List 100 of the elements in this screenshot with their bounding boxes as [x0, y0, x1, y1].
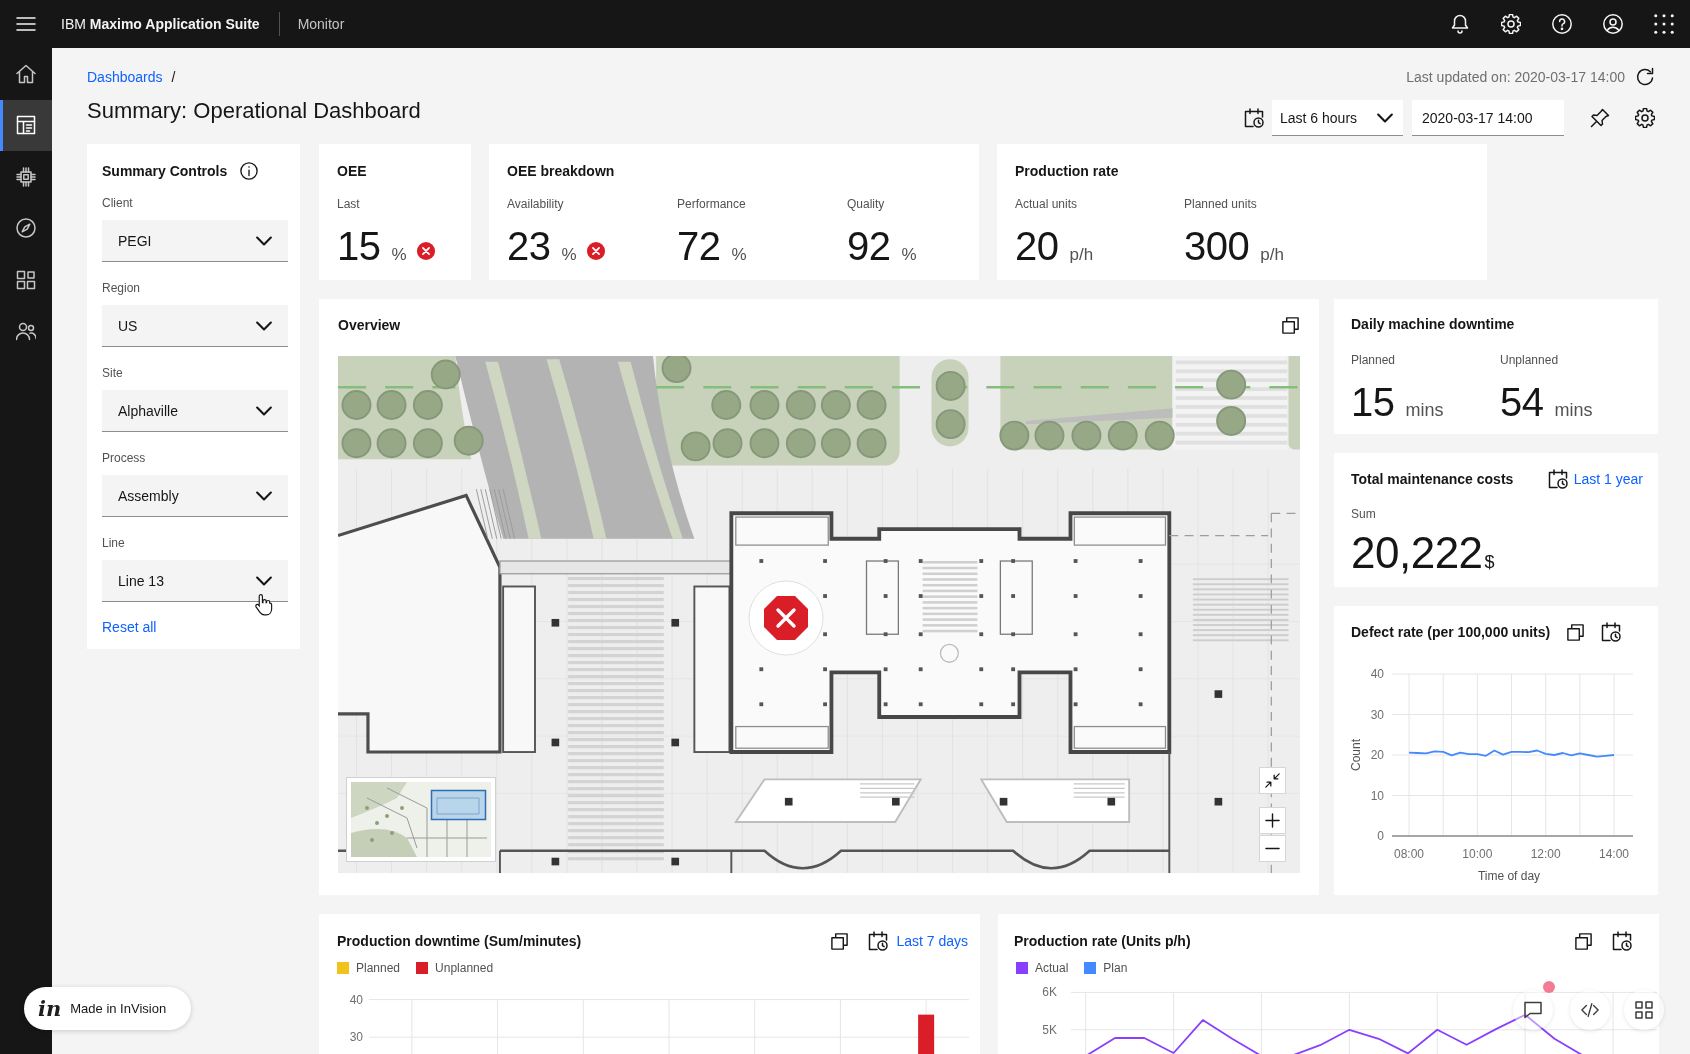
legend-label: Unplanned [435, 961, 494, 975]
axis-tick-label: 40 [1370, 667, 1384, 681]
user-icon[interactable] [1603, 14, 1623, 34]
card-title: Daily machine downtime [1351, 315, 1516, 333]
calendar-clock-icon[interactable] [1601, 622, 1622, 642]
help-icon[interactable] [1552, 14, 1572, 34]
axis-tick-label: 20 [1370, 748, 1384, 762]
copy-icon[interactable] [1281, 315, 1300, 335]
card-title: Total maintenance costs [1351, 470, 1514, 488]
page-title: Summary: Operational Dashboard [87, 98, 421, 124]
metric-unit: p/h [1069, 245, 1094, 265]
metric-value: 15 [1351, 380, 1395, 424]
metric-unit: % [901, 245, 917, 265]
legend-label: Planned [356, 961, 401, 975]
filter-dropdown[interactable]: Alphaville [102, 390, 288, 432]
metric-label: Unplanned [1500, 352, 1559, 368]
calendar-clock-icon[interactable] [1244, 108, 1264, 128]
comment-button[interactable] [1513, 990, 1553, 1030]
metric-value: 20,222 [1351, 529, 1483, 577]
dashboard-icon [16, 115, 36, 136]
axis-tick-label: 30 [1370, 707, 1384, 722]
card-title: OEE [337, 162, 368, 180]
invision-badge[interactable]: in Made in InVision [24, 987, 191, 1030]
metric-label: Quality [847, 196, 885, 212]
metric-unit: % [561, 245, 577, 265]
metric-value: 92 [847, 224, 891, 268]
comment-icon [1524, 1001, 1542, 1019]
error-marker-icon[interactable] [748, 580, 824, 656]
filter-dropdown[interactable]: PEGI [102, 220, 288, 262]
card-title: Production rate (Units p/h) [1014, 932, 1191, 950]
refresh-icon[interactable] [1635, 67, 1655, 87]
code-icon [1581, 1001, 1599, 1019]
time-range-dropdown[interactable]: Last 6 hours [1272, 100, 1403, 136]
metric-unit: mins [1405, 400, 1444, 421]
metric-value: 23 [507, 224, 551, 268]
product-name: IBM Maximo Application Suite [61, 12, 280, 36]
axis-tick-label: 10:00 [1462, 847, 1493, 861]
metric-value: 54 [1500, 380, 1544, 424]
nav-item[interactable] [0, 99, 52, 151]
card-title: Defect rate (per 100,000 units) [1351, 623, 1551, 641]
metric-label: Availability [507, 196, 564, 212]
metric-label: Planned units [1184, 196, 1257, 212]
filter-dropdown[interactable]: Line 13 [102, 560, 288, 602]
metric-label: Planned [1351, 352, 1396, 368]
metric-value: 300 [1184, 224, 1250, 268]
grid-view-button[interactable] [1624, 990, 1664, 1030]
breadcrumb-link[interactable]: Dashboards [87, 68, 163, 86]
metric-label: Last [337, 196, 360, 212]
plus-icon [1265, 813, 1280, 828]
home-icon [16, 63, 36, 84]
metric-label: Actual units [1015, 196, 1078, 212]
metric-unit: % [731, 245, 747, 265]
time-range-link[interactable]: Last 1 year [1573, 470, 1643, 488]
compass-icon [16, 218, 36, 239]
axis-tick-label: 0 [1377, 829, 1384, 843]
field-label: Process [102, 450, 146, 466]
grid-icon [1635, 1001, 1653, 1019]
metric-value: 72 [677, 224, 721, 268]
zoom-in-button[interactable] [1259, 807, 1286, 834]
axis-tick-label: 08:00 [1394, 847, 1424, 861]
reset-link[interactable]: Reset all [102, 618, 157, 636]
bell-icon[interactable] [1450, 14, 1470, 34]
metric-label: Sum [1351, 506, 1376, 522]
metric-unit: % [391, 245, 407, 265]
metric-unit: p/h [1260, 245, 1284, 265]
copy-icon[interactable] [1566, 622, 1586, 642]
time-range-link[interactable]: Last 7 days [896, 932, 968, 950]
metric-value: 15 [337, 224, 381, 268]
pin-icon[interactable] [1590, 108, 1610, 128]
calendar-clock-icon[interactable] [1612, 931, 1632, 951]
field-label: Line [102, 535, 125, 551]
copy-icon[interactable] [830, 931, 850, 951]
axis-tick-label: 5K [1042, 1022, 1057, 1037]
code-button[interactable] [1570, 990, 1610, 1030]
axis-title: Count [1349, 739, 1363, 771]
settings-icon[interactable] [1635, 108, 1655, 128]
card-title: Overview [338, 316, 401, 334]
arrows-inward-icon [1265, 773, 1280, 788]
exit-fullscreen-button[interactable] [1259, 767, 1286, 794]
calendar-clock-icon[interactable] [1547, 469, 1568, 489]
card-title: OEE breakdown [507, 162, 616, 180]
field-label: Client [102, 195, 133, 211]
card-title: Production rate [1015, 162, 1120, 180]
info-icon[interactable] [240, 162, 259, 180]
axis-tick-label: 30 [349, 1030, 363, 1045]
card-title: Production downtime (Sum/minutes) [337, 932, 582, 950]
grid-icon[interactable] [1654, 14, 1674, 34]
date-field[interactable]: 2020-03-17 14:00 [1412, 100, 1564, 136]
axis-tick-label: 40 [349, 992, 363, 1007]
menu-icon[interactable] [16, 14, 36, 34]
panel-title: Summary Controls [102, 162, 228, 180]
users-icon [16, 321, 36, 342]
legend-label: Plan [1103, 961, 1128, 975]
calendar-clock-icon[interactable] [868, 931, 889, 951]
axis-tick-label: 6K [1042, 985, 1057, 1000]
filter-dropdown[interactable]: Assembly [102, 475, 288, 517]
bar [918, 1014, 935, 1054]
metric-label: Performance [677, 196, 746, 212]
filter-dropdown[interactable]: US [102, 305, 288, 347]
copy-icon[interactable] [1574, 931, 1593, 951]
